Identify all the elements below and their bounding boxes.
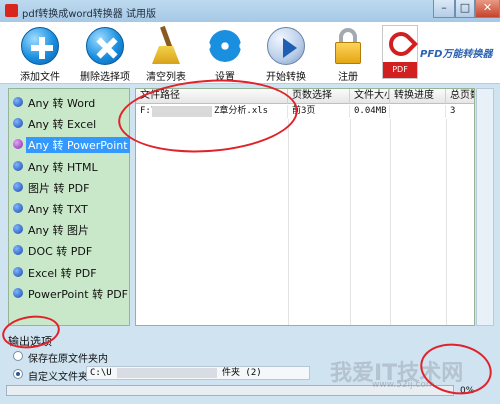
watermark-url: www.52ij.com	[372, 380, 435, 390]
add-file-label: 添加文件	[20, 72, 60, 83]
clear-list-label: 清空列表	[146, 72, 186, 83]
delete-selected-button[interactable]: 删除选择项	[80, 26, 130, 83]
vertical-scrollbar[interactable]	[476, 88, 494, 326]
delete-selected-label: 删除选择项	[80, 72, 130, 83]
bullet-icon	[13, 182, 23, 192]
bullet-icon	[13, 288, 23, 298]
column-progress[interactable]: 转换进度	[390, 89, 446, 104]
save-original-folder-radio[interactable]	[13, 351, 23, 361]
column-divider	[446, 119, 447, 325]
column-total-pages[interactable]: 总页数	[446, 89, 474, 104]
broom-icon	[146, 25, 186, 66]
redacted-path	[117, 368, 217, 378]
brand-text: PFD万能转换器	[420, 49, 493, 60]
conversion-type-panel: Any 转 Word Any 转 Excel Any 转 PowerPoint …	[8, 88, 130, 326]
settings-button[interactable]: 设置	[205, 26, 245, 83]
cell-file-size: 0.04MB	[350, 105, 390, 118]
brand-logo: PDF PFD万能转换器	[382, 23, 500, 83]
gear-icon	[205, 26, 245, 66]
register-button[interactable]: 注册	[328, 26, 368, 83]
column-divider	[288, 119, 289, 325]
play-icon	[266, 26, 306, 66]
save-original-folder-label[interactable]: 保存在原文件夹内	[28, 350, 108, 365]
custom-folder-label[interactable]: 自定义文件夹	[28, 368, 88, 383]
bullet-icon	[13, 203, 23, 213]
window-title: pdf转换成word转换器 试用版	[22, 9, 156, 20]
pdf-logo-icon: PDF	[382, 25, 418, 79]
conversion-any-to-image[interactable]: Any 转 图片	[11, 220, 129, 238]
column-divider	[390, 119, 391, 325]
plus-icon	[20, 26, 60, 66]
column-file-size[interactable]: 文件大小	[350, 89, 390, 104]
conversion-powerpoint-to-pdf[interactable]: PowerPoint 转 PDF	[11, 284, 129, 302]
conversion-any-to-word[interactable]: Any 转 Word	[11, 93, 129, 111]
maximize-button[interactable]: □	[455, 0, 475, 18]
start-convert-button[interactable]: 开始转换	[266, 26, 306, 83]
app-icon	[5, 4, 18, 17]
clear-list-button[interactable]: 清空列表	[146, 25, 186, 83]
add-file-button[interactable]: 添加文件	[20, 26, 60, 83]
bullet-icon	[13, 139, 23, 149]
conversion-image-to-pdf[interactable]: 图片 转 PDF	[11, 178, 129, 196]
pdf-tag: PDF	[383, 62, 417, 78]
bullet-icon	[13, 161, 23, 171]
minimize-button[interactable]: –	[433, 0, 455, 18]
custom-folder-radio[interactable]	[13, 369, 23, 379]
conversion-doc-to-pdf[interactable]: DOC 转 PDF	[11, 241, 129, 259]
close-button[interactable]: ✕	[475, 0, 500, 18]
bullet-icon	[13, 245, 23, 255]
column-page-selection[interactable]: 页数选择	[288, 89, 350, 104]
delete-icon	[85, 26, 125, 66]
conversion-any-to-powerpoint[interactable]: Any 转 PowerPoint	[11, 135, 130, 153]
column-divider	[350, 119, 351, 325]
conversion-excel-to-pdf[interactable]: Excel 转 PDF	[11, 263, 129, 281]
bullet-icon	[13, 224, 23, 234]
bullet-icon	[13, 267, 23, 277]
lock-icon	[328, 26, 368, 66]
start-convert-label: 开始转换	[266, 72, 306, 83]
conversion-any-to-html[interactable]: Any 转 HTML	[11, 157, 129, 175]
cell-total-pages: 3	[450, 106, 456, 116]
conversion-any-to-txt[interactable]: Any 转 TXT	[11, 199, 129, 217]
conversion-any-to-excel[interactable]: Any 转 Excel	[11, 114, 129, 132]
bullet-icon	[13, 97, 23, 107]
output-path-field[interactable]: C:\U 件夹 (2)	[86, 366, 310, 380]
register-label: 注册	[338, 72, 358, 83]
title-bar: pdf转换成word转换器 试用版 – □ ✕	[0, 0, 500, 22]
cell-progress	[390, 105, 446, 118]
bullet-icon	[13, 118, 23, 128]
